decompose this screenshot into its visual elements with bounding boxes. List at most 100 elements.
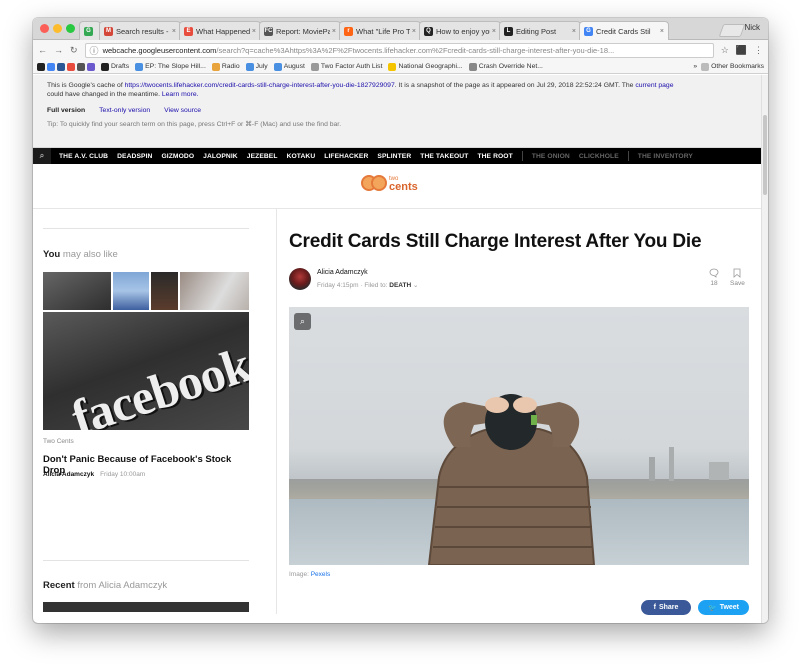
- featured-author[interactable]: Alicia Adamczyk: [43, 471, 94, 478]
- tab-close-icon[interactable]: ×: [492, 28, 496, 35]
- tab-close-icon[interactable]: ×: [252, 28, 256, 35]
- recent-bold: Recent: [43, 580, 75, 591]
- bookmark-item[interactable]: National Geographi...: [388, 62, 463, 71]
- filed-to-tag[interactable]: DEATH: [389, 282, 411, 289]
- caption-source-link[interactable]: Pexels: [311, 571, 331, 578]
- network-nav-bar: ⌕ THE A.V. CLUB DEADSPIN GIZMODO JALOPNIK JE…: [33, 148, 761, 164]
- browser-tab[interactable]: G: [79, 21, 101, 40]
- featured-image[interactable]: facebook: [43, 312, 249, 430]
- bookmark-item[interactable]: August: [273, 62, 305, 71]
- minimize-window-button[interactable]: [53, 24, 62, 33]
- network-nav-item[interactable]: DEADSPIN: [117, 153, 152, 160]
- other-bookmarks[interactable]: Other Bookmarks: [701, 62, 764, 71]
- folder-icon: [701, 62, 710, 71]
- zoom-icon[interactable]: ⌕: [294, 313, 311, 330]
- browser-tab[interactable]: M Search results - ×: [99, 21, 181, 40]
- text-only-link[interactable]: Text-only version: [99, 106, 150, 115]
- browser-tab[interactable]: E What Happened ×: [179, 21, 261, 40]
- new-tab-button[interactable]: [718, 24, 746, 37]
- thumbnail-group[interactable]: [180, 272, 249, 310]
- also-like-bold: You: [43, 249, 61, 260]
- back-icon[interactable]: ←: [38, 45, 47, 55]
- thumbnail-portrait[interactable]: [151, 272, 178, 310]
- bookmark-item[interactable]: Two Factor Auth List: [310, 62, 382, 71]
- browser-tab[interactable]: Q How to enjoy you ×: [419, 21, 501, 40]
- thumbnail-facebook[interactable]: [43, 272, 111, 310]
- bookmark-star-icon[interactable]: ☆: [721, 45, 729, 56]
- zoom-window-button[interactable]: [66, 24, 75, 33]
- network-nav-item[interactable]: THE ONION: [532, 153, 570, 160]
- cached-url-link[interactable]: https://twocents.lifehacker.com/credit-c…: [125, 82, 395, 89]
- tab-close-icon[interactable]: ×: [332, 28, 336, 35]
- bookmark-item[interactable]: Drafts: [101, 62, 129, 71]
- tab-strip: G M Search results - × E What Happened × FC Repo…: [33, 18, 768, 40]
- article-date: Friday 4:15pm: [317, 282, 359, 289]
- network-nav-item[interactable]: JEZEBEL: [247, 153, 278, 160]
- twitter-share-button[interactable]: 🐦 Tweet: [698, 600, 749, 615]
- comments-button[interactable]: 18: [709, 268, 719, 287]
- profile-name[interactable]: Nick: [744, 23, 760, 32]
- also-like-heading: You may also like: [43, 249, 118, 260]
- tab-close-icon[interactable]: ×: [172, 28, 176, 35]
- author-avatar[interactable]: [289, 268, 311, 290]
- browser-tab[interactable]: G Credit Cards Stil ×: [579, 21, 669, 40]
- recent-thumbnail[interactable]: [43, 602, 249, 612]
- bookmark-item[interactable]: Crash Override Net...: [468, 62, 543, 71]
- share-label: Share: [658, 604, 679, 611]
- network-nav-item[interactable]: SPLINTER: [377, 153, 411, 160]
- bookmark-item[interactable]: Radio: [211, 62, 240, 71]
- more-bookmarks-icon[interactable]: »: [693, 63, 697, 70]
- close-window-button[interactable]: [40, 24, 49, 33]
- bookmark-favicon-icon: [310, 62, 319, 71]
- network-nav-item[interactable]: CLICKHOLE: [579, 153, 619, 160]
- article-hero-image[interactable]: [289, 307, 749, 565]
- featured-time: Friday 10:00am: [100, 471, 146, 478]
- network-nav-item[interactable]: THE A.V. CLUB: [59, 153, 108, 160]
- scrollbar-thumb[interactable]: [763, 115, 767, 195]
- facebook-icon: f: [653, 604, 656, 611]
- coins-icon: [361, 175, 387, 191]
- menu-icon[interactable]: ⋮: [754, 45, 763, 56]
- tab-close-icon[interactable]: ×: [412, 28, 416, 35]
- bookmark-item[interactable]: EP: The Slope Hill...: [135, 62, 206, 71]
- info-icon[interactable]: ⓘ: [90, 44, 99, 57]
- network-nav-item[interactable]: KOTAKU: [287, 153, 316, 160]
- search-icon[interactable]: ⌕: [33, 148, 51, 164]
- network-nav-item[interactable]: LIFEHACKER: [324, 153, 368, 160]
- bookmark-app-icons[interactable]: [37, 62, 95, 71]
- reload-icon[interactable]: ↻: [70, 45, 78, 56]
- forward-icon[interactable]: →: [54, 45, 63, 55]
- nav-separator: [627, 151, 629, 161]
- network-nav-item[interactable]: THE ROOT: [477, 153, 512, 160]
- featured-category[interactable]: Two Cents: [43, 438, 74, 445]
- facebook-share-button[interactable]: f Share: [641, 600, 691, 615]
- address-bar[interactable]: ⓘ webcache.googleusercontent.com/search?…: [84, 42, 714, 58]
- extension-icon[interactable]: ⬛: [736, 45, 747, 56]
- network-nav-item[interactable]: THE INVENTORY: [638, 153, 693, 160]
- network-nav-item[interactable]: JALOPNIK: [203, 153, 238, 160]
- view-source-link[interactable]: View source: [164, 106, 201, 115]
- network-nav-item[interactable]: GIZMODO: [161, 153, 194, 160]
- cache-version-links: Full version Text-only version View sour…: [47, 106, 747, 115]
- network-nav-item[interactable]: THE TAKEOUT: [420, 153, 468, 160]
- tab-close-icon[interactable]: ×: [572, 28, 576, 35]
- tab-label: How to enjoy you: [436, 26, 490, 36]
- scrollbar[interactable]: [761, 75, 768, 623]
- author-name[interactable]: Alicia Adamczyk: [317, 269, 368, 276]
- tab-label: Credit Cards Stil: [596, 26, 651, 36]
- tab-close-icon[interactable]: ×: [660, 28, 664, 35]
- browser-tab[interactable]: r What "Life Pro Ti ×: [339, 21, 421, 40]
- save-button[interactable]: Save: [730, 268, 745, 287]
- full-version-label: Full version: [47, 107, 86, 114]
- learn-more-link[interactable]: Learn more.: [162, 91, 199, 98]
- two-cents-logo[interactable]: two cents: [361, 175, 418, 193]
- chevron-down-icon[interactable]: ⌄: [413, 282, 418, 289]
- thumbnail-queen[interactable]: [113, 272, 149, 310]
- bookmark-label: July: [255, 63, 268, 70]
- url-path: /search?q=cache%3Ahttps%3A%2F%2Ftwocents…: [216, 45, 615, 55]
- tab-label: What Happened: [196, 26, 250, 36]
- current-page-link[interactable]: current page: [635, 82, 673, 89]
- bookmark-item[interactable]: July: [245, 62, 268, 71]
- browser-tab[interactable]: FC Report: MoviePa ×: [259, 21, 341, 40]
- browser-tab[interactable]: L Editing Post ×: [499, 21, 581, 40]
